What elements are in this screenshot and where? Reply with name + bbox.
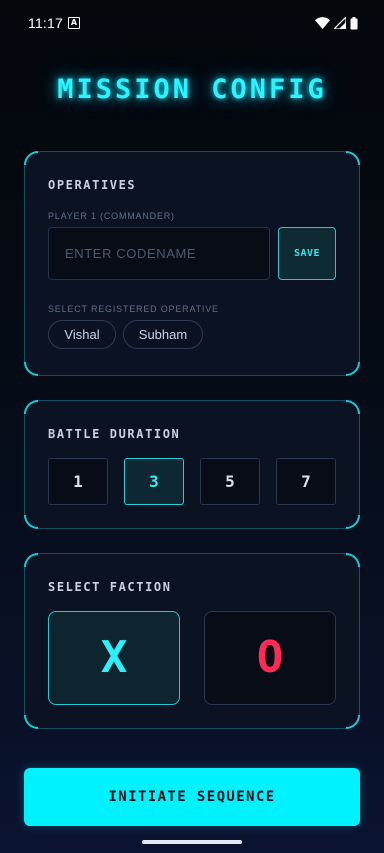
corner-accent <box>24 151 38 165</box>
status-icons <box>315 15 358 31</box>
page-title: MISSION CONFIG <box>57 74 327 105</box>
corner-accent <box>346 553 360 567</box>
battery-icon <box>350 16 358 29</box>
corner-accent <box>24 515 38 529</box>
operatives-heading: OPERATIVES <box>48 178 137 192</box>
corner-accent <box>24 715 38 729</box>
operative-chip-vishal[interactable]: Vishal <box>48 320 116 349</box>
corner-accent <box>24 400 38 414</box>
registered-operative-label: SELECT REGISTERED OPERATIVE <box>48 304 219 314</box>
battle-duration-heading: BATTLE DURATION <box>48 427 181 441</box>
home-indicator[interactable] <box>142 840 242 844</box>
faction-o-button[interactable]: O <box>204 611 336 705</box>
duration-option-7[interactable]: 7 <box>276 458 336 505</box>
duration-option-1[interactable]: 1 <box>48 458 108 505</box>
operative-chip-subham[interactable]: Subham <box>123 320 203 349</box>
corner-accent <box>346 400 360 414</box>
operatives-card: OPERATIVES PLAYER 1 (COMMANDER) SAVE SEL… <box>24 151 360 376</box>
corner-accent <box>346 715 360 729</box>
codename-input[interactable] <box>48 227 270 280</box>
duration-option-3[interactable]: 3 <box>124 458 184 505</box>
player-1-label: PLAYER 1 (COMMANDER) <box>48 211 175 221</box>
notification-a-icon: A <box>68 17 80 29</box>
corner-accent <box>346 515 360 529</box>
status-bar: 11:17 A <box>0 0 384 46</box>
status-time: 11:17 <box>28 15 63 31</box>
wifi-icon <box>315 17 330 29</box>
faction-x-button[interactable]: X <box>48 611 180 705</box>
save-button[interactable]: SAVE <box>278 227 336 280</box>
initiate-sequence-button[interactable]: INITIATE SEQUENCE <box>24 768 360 826</box>
corner-accent <box>24 553 38 567</box>
cell-signal-icon <box>334 17 346 29</box>
corner-accent <box>24 362 38 376</box>
corner-accent <box>346 362 360 376</box>
battle-duration-card: BATTLE DURATION 1 3 5 7 <box>24 400 360 529</box>
duration-option-5[interactable]: 5 <box>200 458 260 505</box>
select-faction-heading: SELECT FACTION <box>48 580 172 594</box>
select-faction-card: SELECT FACTION X O <box>24 553 360 729</box>
corner-accent <box>346 151 360 165</box>
